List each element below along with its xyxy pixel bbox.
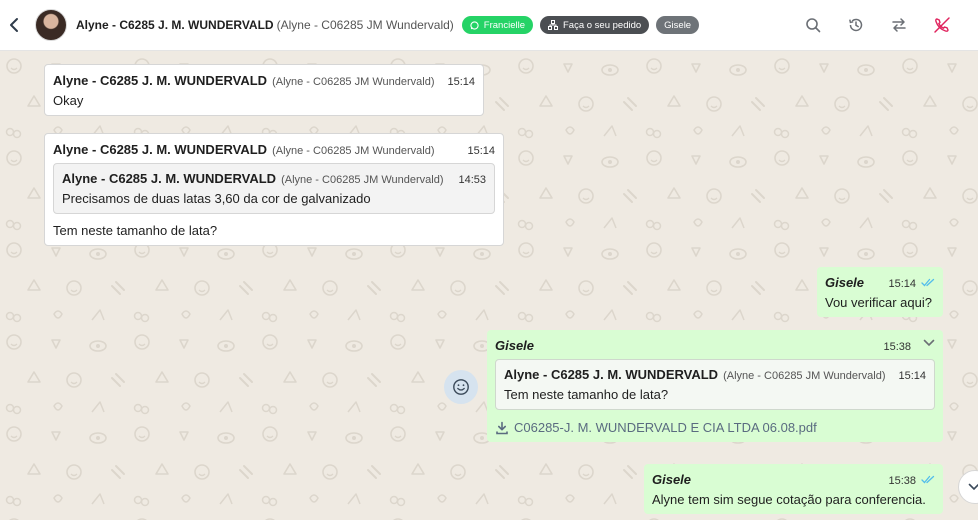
message-text: Alyne tem sim segue cotação para confere… — [652, 492, 926, 507]
message-incoming[interactable]: Alyne - C6285 J. M. WUNDERVALD (Alyne - … — [44, 64, 484, 116]
message-time: 15:38 — [883, 341, 911, 353]
read-ticks-icon — [921, 475, 935, 484]
message-incoming[interactable]: Alyne - C6285 J. M. WUNDERVALD (Alyne - … — [44, 133, 504, 246]
message-meta: Gisele 15:38 — [652, 472, 935, 487]
message-time: 15:14 — [447, 76, 475, 88]
back-button[interactable] — [2, 13, 26, 37]
message-time: 15:38 — [888, 475, 916, 487]
message-text: Okay — [53, 93, 84, 108]
contact-name[interactable]: Alyne - C6285 J. M. WUNDERVALD — [76, 18, 274, 32]
quoted-text: Precisamos de duas latas 3,60 da cor de … — [62, 191, 371, 206]
smiley-icon — [453, 379, 469, 395]
message-outgoing[interactable]: Gisele 15:38 Alyne tem sim segue cotação… — [644, 464, 943, 514]
chevron-down-icon[interactable] — [923, 339, 935, 347]
chevron-down-icon — [968, 483, 978, 491]
tag-label: Gisele — [664, 19, 692, 31]
history-button[interactable] — [845, 14, 867, 36]
contact-avatar[interactable] — [35, 9, 67, 41]
message-sender-subtitle: (Alyne - C06285 JM Wundervald) — [272, 76, 435, 88]
quoted-time: 15:14 — [898, 370, 926, 382]
quoted-sender: Alyne - C6285 J. M. WUNDERVALD — [504, 367, 719, 382]
tag-faca-o-seu-pedido[interactable]: Faça o seu pedido — [539, 16, 650, 34]
quoted-message[interactable]: Alyne - C6285 J. M. WUNDERVALD (Alyne - … — [495, 359, 935, 410]
message-list[interactable]: Alyne - C6285 J. M. WUNDERVALD (Alyne - … — [0, 52, 978, 520]
message-agent: Gisele — [652, 472, 692, 487]
message-meta: Alyne - C6285 J. M. WUNDERVALD (Alyne - … — [53, 73, 475, 88]
message-outgoing[interactable]: Gisele 15:38 Alyne - C6285 J. M. WUNDERV… — [487, 330, 943, 442]
quoted-meta: Alyne - C6285 J. M. WUNDERVALD (Alyne - … — [504, 367, 926, 382]
history-icon — [849, 18, 863, 32]
contact-subtitle: (Alyne - C06285 JM Wundervald) — [276, 18, 454, 32]
org-chart-icon — [547, 20, 558, 30]
search-button[interactable] — [802, 14, 824, 36]
message-text: Tem neste tamanho de lata? — [53, 223, 218, 238]
file-attachment-link[interactable]: C06285-J. M. WUNDERVALD E CIA LTDA 06.08… — [495, 420, 935, 435]
read-ticks-icon — [921, 278, 935, 287]
react-emoji-button[interactable] — [444, 370, 478, 404]
message-sender: Alyne - C6285 J. M. WUNDERVALD — [53, 142, 268, 157]
message-meta: Alyne - C6285 J. M. WUNDERVALD (Alyne - … — [53, 142, 495, 157]
quoted-message[interactable]: Alyne - C6285 J. M. WUNDERVALD (Alyne - … — [53, 163, 495, 214]
quoted-sender: Alyne - C6285 J. M. WUNDERVALD — [62, 171, 277, 186]
quoted-sender-subtitle: (Alyne - C06285 JM Wundervald) — [723, 370, 886, 382]
transfer-button[interactable] — [888, 14, 910, 36]
message-meta: Gisele 15:38 — [495, 338, 935, 353]
whatsapp-icon — [470, 20, 479, 30]
hang-up-icon — [934, 17, 950, 33]
message-time: 15:14 — [888, 278, 916, 290]
message-text: Vou verificar aqui? — [825, 295, 932, 310]
tag-gisele[interactable]: Gisele — [656, 16, 700, 34]
message-sender: Alyne - C6285 J. M. WUNDERVALD — [53, 73, 268, 88]
message-sender-subtitle: (Alyne - C06285 JM Wundervald) — [272, 145, 435, 157]
tag-label: Francielle — [483, 19, 525, 31]
quoted-text: Tem neste tamanho de lata? — [504, 387, 669, 402]
quoted-sender-subtitle: (Alyne - C06285 JM Wundervald) — [281, 174, 444, 186]
message-agent: Gisele — [825, 275, 865, 290]
tag-label: Faça o seu pedido — [562, 19, 642, 31]
search-icon — [806, 18, 821, 33]
quoted-meta: Alyne - C6285 J. M. WUNDERVALD (Alyne - … — [62, 171, 486, 186]
message-agent: Gisele — [495, 338, 535, 353]
message-time: 15:14 — [467, 145, 495, 157]
header-actions — [802, 14, 953, 36]
tag-francielle[interactable]: Francielle — [461, 16, 533, 34]
back-arrow-icon — [10, 18, 18, 32]
chat-header: Alyne - C6285 J. M. WUNDERVALD (Alyne - … — [0, 0, 978, 51]
download-icon — [496, 421, 508, 434]
message-meta: Gisele 15:14 — [825, 275, 935, 290]
quoted-time: 14:53 — [458, 174, 486, 186]
file-name: C06285-J. M. WUNDERVALD E CIA LTDA 06.08… — [514, 420, 817, 435]
message-outgoing[interactable]: Gisele 15:14 Vou verificar aqui? — [817, 267, 943, 317]
end-conversation-button[interactable] — [931, 14, 953, 36]
transfer-icon — [892, 18, 906, 32]
